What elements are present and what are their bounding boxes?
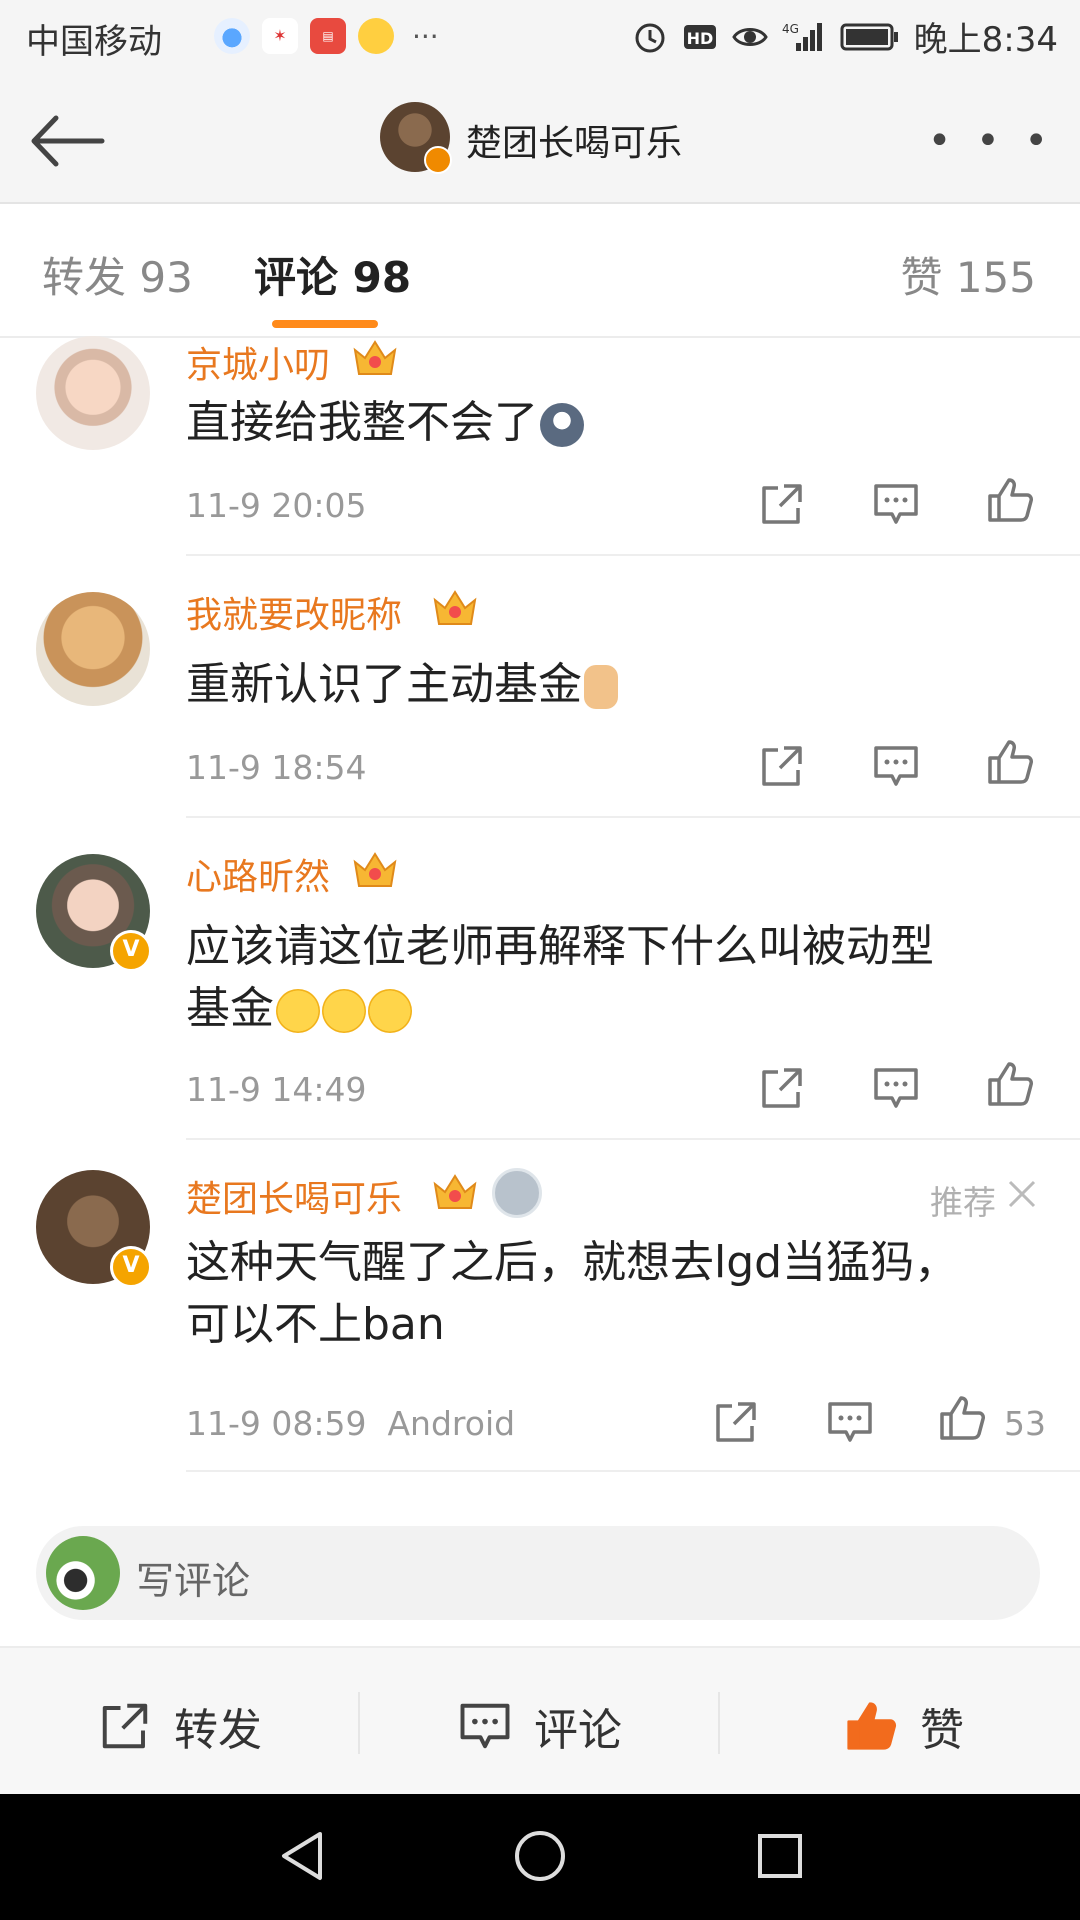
svg-text:HD: HD <box>686 29 713 48</box>
author-avatar[interactable] <box>380 102 452 174</box>
share-icon[interactable] <box>758 1064 806 1112</box>
comment-time: 11-9 18:54 <box>186 748 367 787</box>
verified-badge-icon: V <box>110 930 152 972</box>
pingan-securities-icon: ▤ <box>310 18 346 54</box>
like-count: 53 <box>1004 1404 1046 1443</box>
medal-icon <box>492 1168 542 1218</box>
weibo-comments-screen: 中国移动 ✶ ▤ ··· HD 4G 晚上8:34 楚团长喝可乐 • • • 转… <box>0 0 1080 1920</box>
bottom-action-bar: 转发 评论 赞 <box>0 1646 1080 1796</box>
commenter-avatar[interactable] <box>36 336 150 450</box>
comment-divider <box>186 554 1080 556</box>
like-label: 赞 <box>920 1705 964 1756</box>
comment-placeholder: 写评论 <box>136 1559 251 1603</box>
comment-divider <box>186 1138 1080 1140</box>
thinking-emoji-icon <box>368 989 412 1033</box>
carrier-label: 中国移动 <box>26 22 162 62</box>
status-icons: HD 4G 晚上8:34 <box>632 12 1058 61</box>
svg-text:4G: 4G <box>782 22 799 36</box>
comment-text: 应该请这位老师再解释下什么叫被动型 基金 <box>186 921 934 1034</box>
share-icon <box>102 1703 148 1749</box>
battery-icon <box>840 23 898 50</box>
membership-crown-icon <box>433 1174 477 1209</box>
home-circle-icon[interactable] <box>510 1826 570 1886</box>
commenter-name[interactable]: 楚团长喝可乐 <box>186 1170 402 1222</box>
repost-label: 转发 <box>174 1705 262 1756</box>
my-avatar <box>46 1536 120 1610</box>
signal-4g-icon: 4G <box>782 22 822 51</box>
like-icon[interactable] <box>986 738 1034 786</box>
reply-icon[interactable] <box>826 1398 874 1446</box>
comment-time: 11-9 08:59 Android <box>186 1404 516 1443</box>
comment-input[interactable]: 写评论 <box>36 1526 1040 1620</box>
comment-item: 我就要改昵称 重新认识了主动基金 11-9 18:54 <box>0 586 1080 822</box>
comment-item: 京城小叨 直接给我整不会了 11-9 20:05 <box>0 336 1080 556</box>
divider <box>358 1692 360 1754</box>
comment-text: 这种天气醒了之后，就想去lgd当猛犸， 可以不上ban <box>186 1237 959 1350</box>
notification-icons: ✶ ▤ ··· <box>214 18 439 54</box>
alarm-icon <box>635 23 665 52</box>
comment-item: V 心路昕然 应该请这位老师再解释下什么叫被动型 基金 11-9 14:49 <box>0 848 1080 1142</box>
share-icon[interactable] <box>758 480 806 528</box>
comment-item: V 楚团长喝可乐 推荐 这种天气醒了之后，就想去lgd当猛犸， 可以不上ban … <box>0 1164 1080 1474</box>
thumbs-up-emoji-icon <box>584 665 618 709</box>
qq-browser-icon <box>214 18 250 54</box>
comment-label: 评论 <box>534 1705 622 1756</box>
comment-divider <box>186 1470 1080 1472</box>
membership-crown-icon <box>433 590 477 625</box>
comment-icon <box>460 1703 510 1749</box>
thumbs-up-filled-icon <box>847 1702 897 1750</box>
tab-comments[interactable]: 评论 98 <box>254 244 411 305</box>
commenter-name[interactable]: 我就要改昵称 <box>186 586 402 638</box>
author-name[interactable]: 楚团长喝可乐 <box>466 114 682 166</box>
repost-button[interactable]: 转发 <box>98 1694 262 1758</box>
sina-icon: ✶ <box>262 18 298 54</box>
status-bar: 中国移动 ✶ ▤ ··· HD 4G 晚上8:34 <box>0 0 1080 76</box>
active-tab-indicator <box>272 320 378 328</box>
post-tabs: 转发 93 评论 98 赞 155 <box>0 204 1080 338</box>
close-icon[interactable] <box>1006 1178 1038 1210</box>
system-navigation-bar <box>0 1794 1080 1920</box>
like-button[interactable]: 赞 <box>844 1694 964 1758</box>
husky-emoji-icon <box>540 403 584 447</box>
more-notifications-icon: ··· <box>412 19 439 53</box>
thinking-emoji-icon <box>322 989 366 1033</box>
reply-icon[interactable] <box>872 480 920 528</box>
top-nav-bar: 楚团长喝可乐 • • • <box>0 76 1080 204</box>
recents-square-icon[interactable] <box>750 1826 810 1886</box>
commenter-avatar[interactable] <box>36 592 150 706</box>
thinking-emoji-icon <box>276 989 320 1033</box>
back-triangle-icon[interactable] <box>274 1826 334 1886</box>
membership-crown-icon <box>353 852 397 887</box>
comment-divider <box>186 816 1080 818</box>
like-icon[interactable] <box>986 1060 1034 1108</box>
verified-badge-icon: V <box>110 1246 152 1288</box>
clock-time: 晚上8:34 <box>913 20 1058 60</box>
comment-text: 重新认识了主动基金 <box>186 654 1026 716</box>
commenter-name[interactable]: 心路昕然 <box>186 848 330 900</box>
weibo-icon <box>358 18 394 54</box>
comment-time: 11-9 20:05 <box>186 486 367 525</box>
like-icon[interactable] <box>986 476 1034 524</box>
membership-crown-icon <box>353 340 397 375</box>
like-icon[interactable] <box>938 1394 986 1442</box>
reply-icon[interactable] <box>872 1064 920 1112</box>
reply-icon[interactable] <box>872 742 920 790</box>
eye-icon <box>731 27 768 46</box>
verified-badge-icon <box>424 146 452 174</box>
comment-source: Android <box>387 1404 516 1443</box>
share-icon[interactable] <box>758 742 806 790</box>
back-arrow-icon[interactable] <box>26 106 106 176</box>
hd-icon: HD <box>683 24 716 49</box>
recommend-label: 推荐 <box>930 1183 996 1222</box>
comment-button[interactable]: 评论 <box>458 1694 1080 1758</box>
tab-likes[interactable]: 赞 155 <box>900 244 1036 305</box>
more-options-icon[interactable]: • • • <box>928 118 1054 164</box>
comment-text: 直接给我整不会了 <box>186 392 1026 454</box>
divider <box>718 1692 720 1754</box>
tab-repost[interactable]: 转发 93 <box>42 244 193 305</box>
share-icon[interactable] <box>712 1398 760 1446</box>
comment-time: 11-9 14:49 <box>186 1070 367 1109</box>
commenter-name[interactable]: 京城小叨 <box>186 336 330 388</box>
